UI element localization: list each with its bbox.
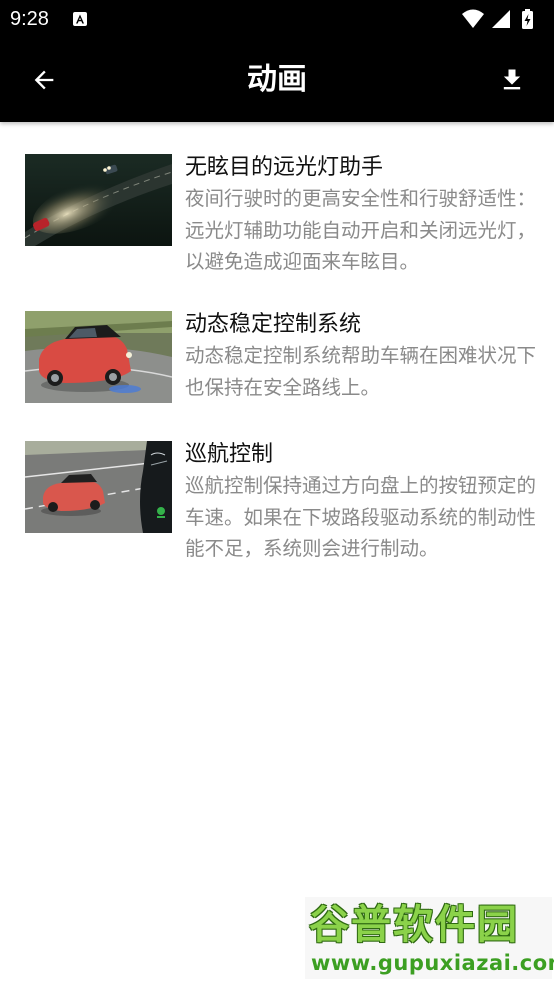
signal-icon	[492, 10, 510, 28]
status-time: 9:28	[10, 8, 49, 30]
item-title: 动态稳定控制系统	[185, 312, 362, 337]
watermark-logo: 谷普软件园	[309, 902, 519, 948]
download-button[interactable]	[490, 58, 534, 102]
item-text: 无眩目的远光灯助手 夜间行驶时的更高安全性和行驶舒适性：远光灯辅助功能自动开启和…	[185, 153, 537, 278]
page-title: 动画	[247, 62, 307, 97]
item-description: 动态稳定控制系统帮助车辆在困难状况下也保持在安全路线上。	[185, 344, 537, 399]
item-title: 巡航控制	[185, 442, 274, 467]
status-bar: 9:28	[0, 0, 554, 38]
item-title: 无眩目的远光灯助手	[185, 155, 384, 180]
watermark-url: www.gupuxiazai.com	[311, 951, 554, 975]
item-text: 巡航控制 巡航控制保持通过方向盘上的按钮预定的车速。如果在下坡路段驱动系统的制动…	[185, 440, 537, 565]
cruise-control-thumbnail	[25, 441, 172, 533]
item-text: 动态稳定控制系统 动态稳定控制系统帮助车辆在困难状况下也保持在安全路线上。	[185, 310, 537, 403]
red-car-stability-thumbnail	[25, 311, 172, 403]
item-description: 巡航控制保持通过方向盘上的按钮预定的车速。如果在下坡路段驱动系统的制动性能不足，…	[185, 474, 537, 560]
accessibility-notification-icon	[72, 11, 88, 27]
night-high-beam-thumbnail	[25, 154, 172, 246]
battery-icon	[522, 9, 533, 29]
watermark: 谷普软件园 www.gupuxiazai.com	[305, 897, 554, 979]
app-bar: 动画	[0, 38, 554, 122]
status-icons	[460, 7, 546, 31]
item-description: 夜间行驶时的更高安全性和行驶舒适性：远光灯辅助功能自动开启和关闭远光灯，以避免造…	[185, 187, 537, 273]
wifi-icon	[462, 9, 484, 28]
download-icon	[503, 69, 521, 90]
